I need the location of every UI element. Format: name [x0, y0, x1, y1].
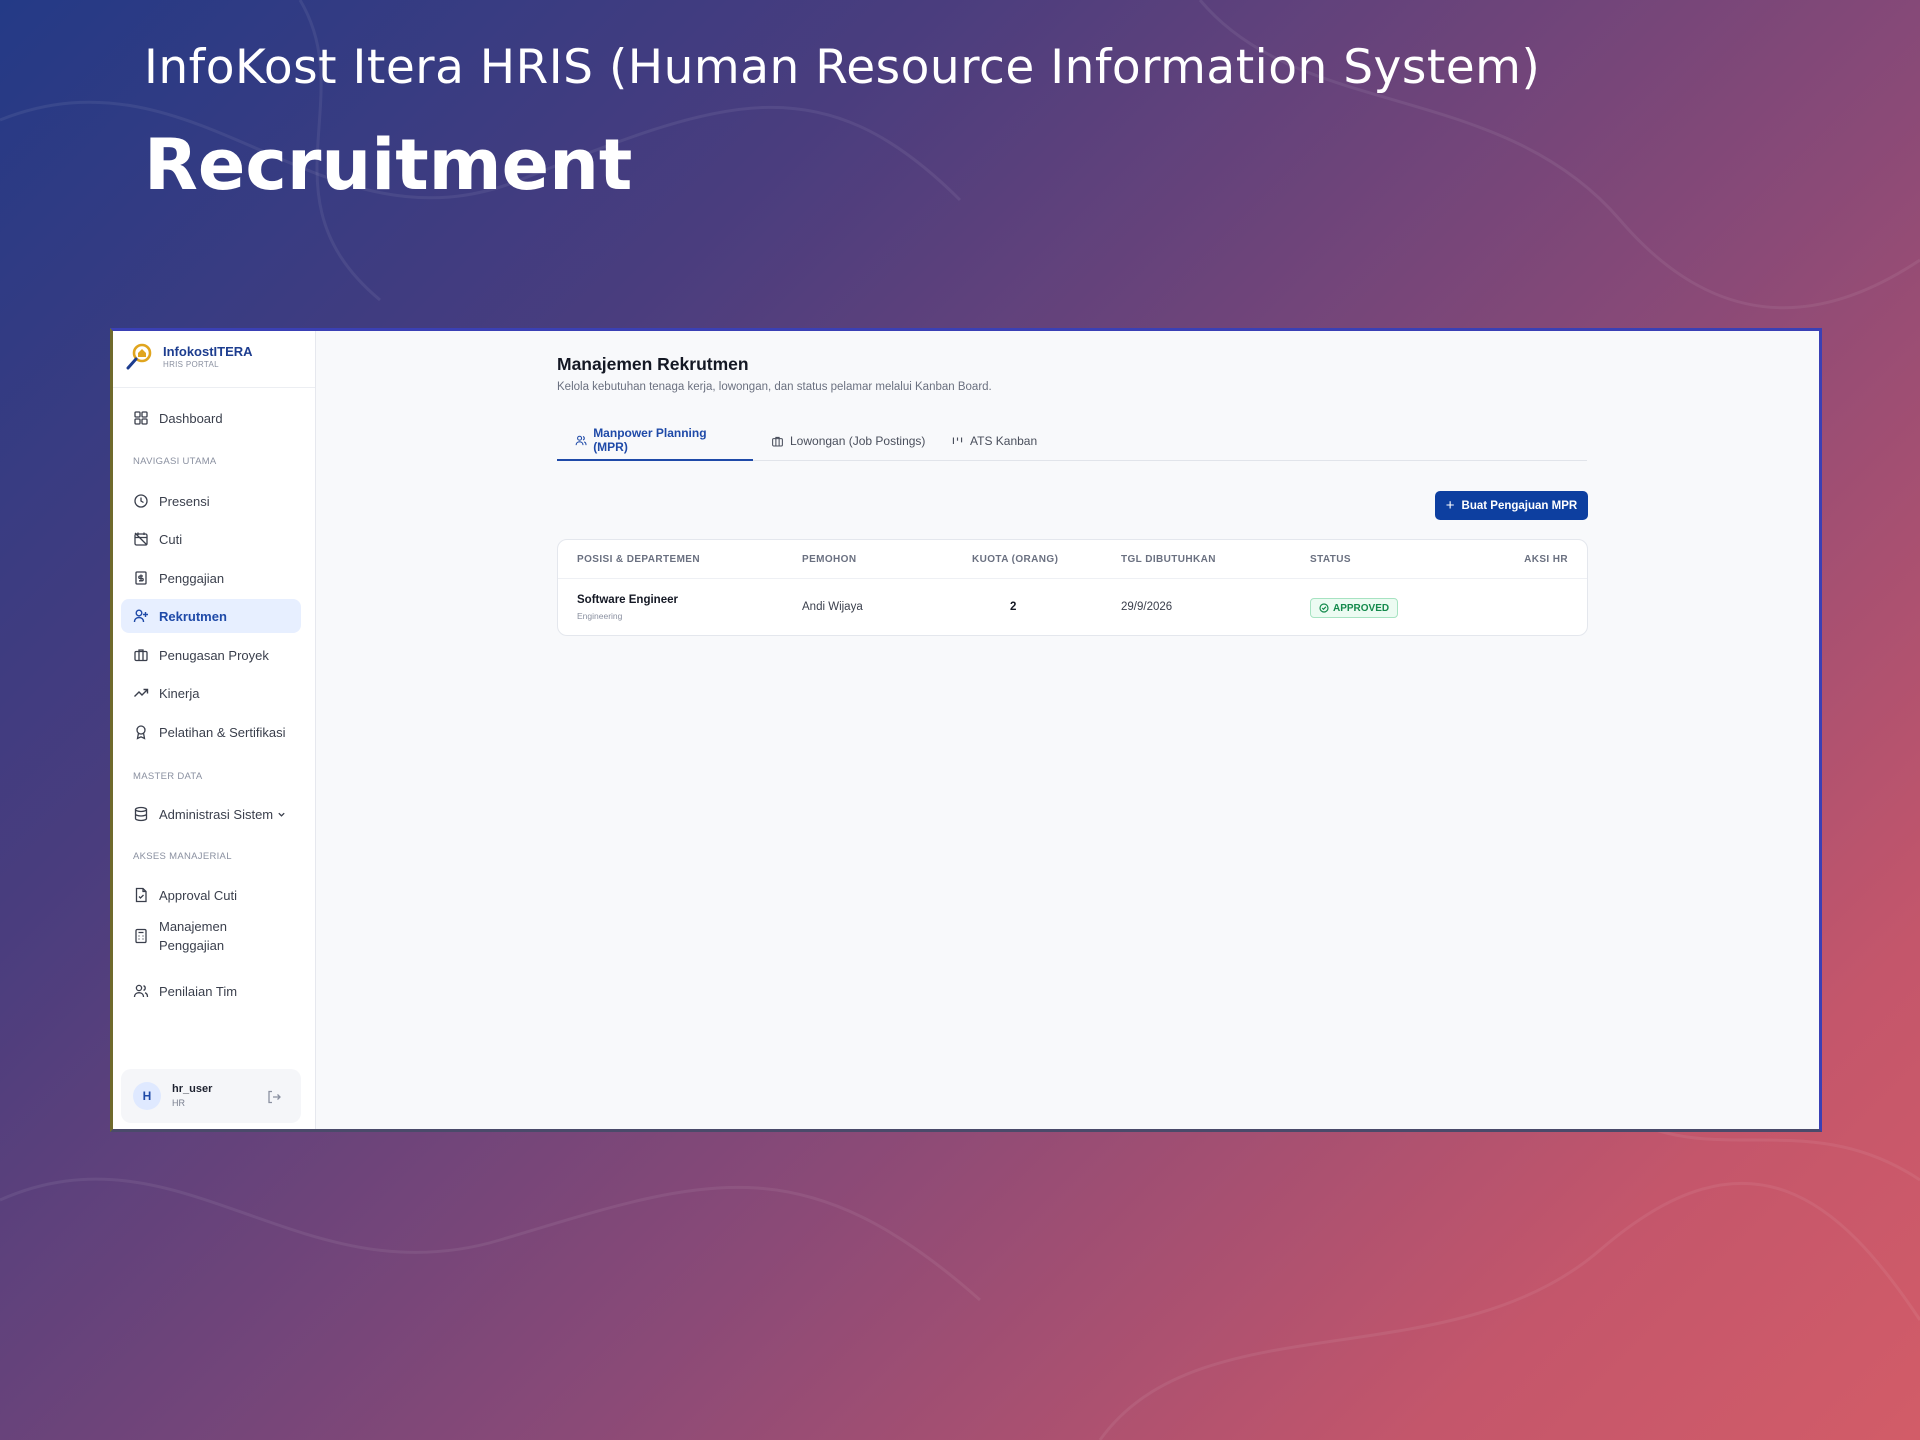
- sidebar-item-label: Administrasi Sistem: [159, 806, 274, 822]
- label-line-1: Manajemen: [159, 919, 227, 934]
- label-line-2: Penggajian: [159, 938, 225, 953]
- page-title: Manajemen Rekrutmen: [557, 354, 749, 374]
- grid-icon: [134, 411, 148, 425]
- brand-tagline: HRIS PORTAL: [163, 360, 219, 369]
- add-mpr-button[interactable]: + Buat Pengajuan MPR: [1435, 491, 1588, 520]
- table-row[interactable]: Software Engineer Engineering Andi Wijay…: [558, 580, 1587, 635]
- column-header: AKSI HR: [1524, 554, 1568, 565]
- user-plus-icon: [133, 609, 148, 623]
- sidebar-item-rekrutmen[interactable]: Rekrutmen: [121, 599, 301, 633]
- kanban-icon: [952, 436, 963, 444]
- magnifier-logo-icon: [126, 343, 152, 370]
- status-label: APPROVED: [1333, 602, 1390, 614]
- sidebar-item-dashboard[interactable]: Dashboard: [121, 401, 301, 435]
- file-check-icon: [135, 887, 147, 903]
- quota-value: 2: [1010, 601, 1017, 613]
- sidebar-item-label: Presensi: [159, 493, 210, 509]
- tab-lowongan[interactable]: Lowongan (Job Postings): [753, 421, 943, 461]
- sidebar-item-cuti[interactable]: Cuti: [121, 522, 301, 556]
- sidebar-item-label: Approval Cuti: [159, 887, 238, 903]
- tab-label: Lowongan (Job Postings): [790, 434, 926, 448]
- brand-logo-row[interactable]: InfokostITERA HRIS PORTAL: [113, 331, 315, 388]
- sidebar-item-manajemen-penggajian[interactable]: Manajemen Penggajian: [121, 914, 301, 958]
- sidebar-item-label: Manajemen Penggajian: [159, 917, 227, 955]
- column-header: TGL DIBUTUHKAN: [1121, 554, 1216, 565]
- trending-up-icon: [134, 688, 149, 697]
- sidebar-item-pelatihan[interactable]: Pelatihan & Sertifikasi: [121, 715, 301, 749]
- brand-name: InfokostITERA: [163, 344, 253, 359]
- requester-name: Andi Wijaya: [802, 601, 863, 613]
- tab-manpower-planning[interactable]: Manpower Planning (MPR): [557, 421, 753, 461]
- sidebar-item-label: Pelatihan & Sertifikasi: [159, 724, 286, 740]
- page-description: Kelola kebutuhan tenaga kerja, lowongan,…: [557, 381, 992, 393]
- avatar: H: [133, 1082, 161, 1110]
- column-header: POSISI & DEPARTEMEN: [577, 554, 700, 565]
- calculator-icon: [135, 928, 147, 944]
- check-circle-icon: [1319, 603, 1329, 613]
- users-icon: [133, 984, 149, 998]
- receipt-icon: [135, 571, 147, 585]
- clock-icon: [134, 494, 148, 508]
- add-mpr-label: Buat Pengajuan MPR: [1461, 499, 1578, 512]
- table-header: POSISI & DEPARTEMEN PEMOHON KUOTA (ORANG…: [558, 540, 1587, 579]
- date-needed: 29/9/2026: [1121, 601, 1173, 613]
- sidebar-item-label: Penugasan Proyek: [159, 647, 269, 663]
- logout-icon[interactable]: [266, 1089, 282, 1105]
- sidebar: InfokostITERA HRIS PORTAL Dashboard NAVI…: [113, 331, 316, 1129]
- sidebar-item-approval-cuti[interactable]: Approval Cuti: [121, 878, 301, 912]
- status-badge: APPROVED: [1310, 598, 1399, 618]
- sidebar-item-label: Penilaian Tim: [159, 983, 238, 999]
- section-label-managerial: AKSES MANAJERIAL: [133, 851, 232, 862]
- column-header: KUOTA (ORANG): [972, 554, 1059, 565]
- section-label-main: NAVIGASI UTAMA: [133, 456, 217, 467]
- sidebar-item-presensi[interactable]: Presensi: [121, 484, 301, 518]
- calendar-off-icon: [134, 532, 148, 546]
- sidebar-item-label: Rekrutmen: [159, 608, 227, 624]
- sidebar-item-label: Penggajian: [159, 570, 225, 586]
- database-icon: [134, 806, 148, 822]
- chevron-down-icon: [278, 812, 285, 817]
- user-role: HR: [172, 1098, 185, 1108]
- sidebar-item-kinerja[interactable]: Kinerja: [121, 676, 301, 710]
- sidebar-item-administrasi-sistem[interactable]: Administrasi Sistem: [121, 797, 301, 831]
- main-content: Manajemen Rekrutmen Kelola kebutuhan ten…: [316, 331, 1819, 1129]
- tab-label: Manpower Planning (MPR): [593, 426, 707, 454]
- position-department: Engineering: [577, 611, 623, 621]
- sidebar-item-label: Dashboard: [159, 410, 223, 426]
- section-label-master: MASTER DATA: [133, 771, 203, 782]
- mpr-table: POSISI & DEPARTEMEN PEMOHON KUOTA (ORANG…: [557, 539, 1588, 636]
- tab-bar: Manpower Planning (MPR) Lowongan (Job Po…: [557, 421, 1587, 461]
- sidebar-item-label: Cuti: [159, 531, 183, 547]
- users-icon: [575, 435, 587, 445]
- tab-ats-kanban[interactable]: ATS Kanban: [933, 421, 1055, 461]
- sidebar-item-penggajian[interactable]: Penggajian: [121, 561, 301, 595]
- column-header: PEMOHON: [802, 554, 857, 565]
- sidebar-item-penugasan-proyek[interactable]: Penugasan Proyek: [121, 638, 301, 672]
- slide-subtitle: InfoKost Itera HRIS (Human Resource Info…: [144, 40, 1541, 95]
- user-name: hr_user: [172, 1083, 213, 1095]
- award-icon: [136, 725, 146, 740]
- column-header: STATUS: [1310, 554, 1351, 565]
- briefcase-icon: [772, 436, 783, 446]
- slide-title: Recruitment: [144, 124, 633, 206]
- tab-label: ATS Kanban: [970, 434, 1038, 448]
- briefcase-icon: [134, 649, 148, 662]
- sidebar-item-label: Kinerja: [159, 685, 200, 701]
- app-window: InfokostITERA HRIS PORTAL Dashboard NAVI…: [110, 328, 1822, 1132]
- plus-icon: +: [1445, 497, 1455, 514]
- user-card: H hr_user HR: [121, 1069, 301, 1123]
- sidebar-item-penilaian-tim[interactable]: Penilaian Tim: [121, 974, 301, 1008]
- position-name: Software Engineer: [577, 594, 678, 606]
